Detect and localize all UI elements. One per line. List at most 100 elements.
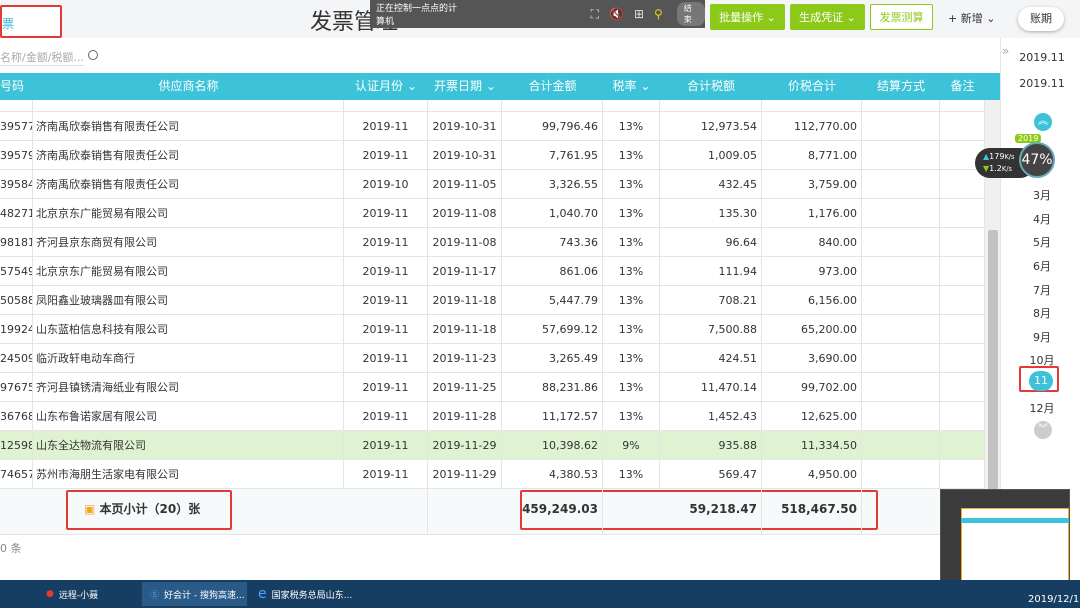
cell-date: 2019-11-29 bbox=[428, 431, 502, 460]
table-header: 号码 供应商名称 认证月份 ⌄ 开票日期 ⌄ 合计金额 税率 ⌄ 合计税额 价税… bbox=[0, 73, 1000, 100]
qq-icon: ● bbox=[46, 589, 54, 599]
search-icon[interactable] bbox=[88, 50, 98, 60]
cell-rate: 13% bbox=[603, 344, 660, 373]
month-3[interactable]: 3月 bbox=[1016, 187, 1068, 203]
cell-amount: 743.36 bbox=[502, 228, 603, 257]
cell-month: 2019-11 bbox=[344, 431, 428, 460]
invoice-table-body: 39577 济南禹欣泰销售有限责任公司 2019-11 2019-10-31 99,79… bbox=[0, 100, 985, 489]
collapse-icon[interactable]: » bbox=[1002, 44, 1009, 58]
cell-date: 2019-11-08 bbox=[428, 199, 502, 228]
month-6[interactable]: 6月 bbox=[1016, 258, 1068, 274]
cell-total: 65,200.00 bbox=[762, 315, 862, 344]
cell-code: 39577 bbox=[0, 112, 33, 141]
table-row[interactable]: 19924 山东蓝柏信息科技有限公司 2019-11 2019-11-18 57,699… bbox=[0, 315, 985, 344]
cell-empty bbox=[940, 344, 985, 373]
month-11[interactable]: 11月 bbox=[1019, 366, 1059, 407]
cell-name: 北京京东广能贸易有限公司 bbox=[33, 199, 344, 228]
table-row[interactable]: 50588 凤阳鑫业玻璃器皿有限公司 2019-11 2019-11-18 5,447.… bbox=[0, 286, 985, 315]
tab-invoice[interactable]: 票 bbox=[0, 5, 62, 38]
table-row-partial[interactable] bbox=[0, 100, 985, 112]
fullscreen-icon[interactable]: ⛶ bbox=[591, 7, 599, 22]
cell-name: 济南禹欣泰销售有限责任公司 bbox=[33, 112, 344, 141]
cell-month: 2019-11 bbox=[344, 344, 428, 373]
pin-icon[interactable]: ⚲ bbox=[654, 7, 663, 21]
add-button[interactable]: + 新增 ⌄ bbox=[948, 10, 995, 26]
taskbar-item-qq[interactable]: ● 远程-小聂 bbox=[38, 582, 138, 606]
pagination-footer: 0 条 bbox=[0, 535, 1000, 580]
table-row[interactable]: 74657 苏州市海朋生活家电有限公司 2019-11 2019-11-29 4,380… bbox=[0, 460, 985, 489]
table-row[interactable]: 36768 山东布鲁诺家居有限公司 2019-11 2019-11-28 11,172.… bbox=[0, 402, 985, 431]
cell-empty bbox=[940, 257, 985, 286]
col-code: 号码 bbox=[0, 79, 25, 93]
cell-amount: 861.06 bbox=[502, 257, 603, 286]
table-row[interactable]: 98181 齐河县京东商贸有限公司 2019-11 2019-11-08 743.36 1… bbox=[0, 228, 985, 257]
record-count: 0 条 bbox=[0, 542, 22, 555]
month-8[interactable]: 8月 bbox=[1016, 305, 1068, 321]
mute-icon[interactable]: 🔇 bbox=[609, 7, 624, 21]
cell-tax: 96.64 bbox=[660, 228, 762, 257]
cell-name: 济南禹欣泰销售有限责任公司 bbox=[33, 170, 344, 199]
cell-amount: 1,040.70 bbox=[502, 199, 603, 228]
col-cert-month[interactable]: 认证月份 ⌄ bbox=[344, 73, 428, 100]
cell-date: 2019-11-05 bbox=[428, 170, 502, 199]
cell-empty bbox=[862, 228, 940, 257]
table-row[interactable]: 57549 北京京东广能贸易有限公司 2019-11 2019-11-17 861.06… bbox=[0, 257, 985, 286]
search-input[interactable]: 名称/金额/税额... bbox=[0, 46, 84, 66]
taskbar-item-ie[interactable]: e 国家税务总局山东... bbox=[250, 582, 355, 606]
cell-tax: 1,009.05 bbox=[660, 141, 762, 170]
table-row[interactable]: 39579 济南禹欣泰销售有限责任公司 2019-11 2019-10-31 7,761… bbox=[0, 141, 985, 170]
batch-operation-button[interactable]: 批量操作 ⌄ bbox=[710, 4, 785, 30]
window-thumbnail[interactable] bbox=[940, 489, 1070, 591]
cell-date: 2019-10-31 bbox=[428, 141, 502, 170]
table-row[interactable]: 12598 山东全达物流有限公司 2019-11 2019-11-29 10,398.6… bbox=[0, 431, 985, 460]
cell-empty bbox=[940, 315, 985, 344]
cell-rate: 13% bbox=[603, 460, 660, 489]
table-row[interactable]: 39584 济南禹欣泰销售有限责任公司 2019-10 2019-11-05 3,326… bbox=[0, 170, 985, 199]
month-5[interactable]: 5月 bbox=[1016, 234, 1068, 250]
cell-name: 济南禹欣泰销售有限责任公司 bbox=[33, 141, 344, 170]
period-end[interactable]: 2019.11 bbox=[1016, 76, 1068, 92]
month-7[interactable]: 7月 bbox=[1016, 282, 1068, 298]
cell-month: 2019-11 bbox=[344, 460, 428, 489]
table-row[interactable]: 39577 济南禹欣泰销售有限责任公司 2019-11 2019-10-31 99,79… bbox=[0, 112, 985, 141]
cell-empty bbox=[940, 286, 985, 315]
cell-total: 6,156.00 bbox=[762, 286, 862, 315]
scrollbar-thumb[interactable] bbox=[988, 230, 998, 490]
cell-amount: 4,380.53 bbox=[502, 460, 603, 489]
cell-empty bbox=[940, 402, 985, 431]
taskbar-item-browser[interactable]: Ⓢ 好会计 - 搜狗高速... bbox=[142, 582, 247, 606]
col-note: 备注 bbox=[950, 79, 975, 93]
col-supplier: 供应商名称 bbox=[158, 79, 219, 93]
col-tax: 合计税额 bbox=[686, 79, 735, 93]
cell-code: 19924 bbox=[0, 315, 33, 344]
cell-tax: 7,500.88 bbox=[660, 315, 762, 344]
scroll-up-icon[interactable]: ︽ bbox=[1034, 113, 1052, 131]
table-row[interactable]: 48271 北京京东广能贸易有限公司 2019-11 2019-11-08 1,040.… bbox=[0, 199, 985, 228]
cell-code: 57549 bbox=[0, 257, 33, 286]
cell-date: 2019-11-18 bbox=[428, 315, 502, 344]
cell-name: 山东蓝柏信息科技有限公司 bbox=[33, 315, 344, 344]
cell-rate: 13% bbox=[603, 170, 660, 199]
end-remote-button[interactable]: 结束 bbox=[676, 2, 706, 26]
cell-empty bbox=[862, 460, 940, 489]
cell-empty bbox=[940, 460, 985, 489]
col-invoice-date[interactable]: 开票日期 ⌄ bbox=[428, 73, 502, 100]
month-9[interactable]: 9月 bbox=[1016, 329, 1068, 345]
cell-empty bbox=[940, 373, 985, 402]
generate-voucher-button[interactable]: 生成凭证 ⌄ bbox=[790, 4, 865, 30]
col-rate[interactable]: 税率 ⌄ bbox=[603, 73, 660, 100]
cell-empty bbox=[940, 199, 985, 228]
invoice-calc-button[interactable]: 发票测算 bbox=[870, 4, 933, 30]
period-start[interactable]: 2019.11 bbox=[1016, 50, 1068, 66]
cell-month: 2019-11 bbox=[344, 228, 428, 257]
cell-code: 12598 bbox=[0, 431, 33, 460]
network-widget[interactable]: ▲179K/s ▼1.2K/s 47% bbox=[975, 142, 1055, 181]
subtotal-tax: 59,218.47 bbox=[660, 489, 762, 535]
screen-icon[interactable]: ⊞ bbox=[634, 7, 644, 21]
table-row[interactable]: 97675 齐河县镇锈清海纸业有限公司 2019-11 2019-11-25 88,23… bbox=[0, 373, 985, 402]
month-12[interactable]: 12月 bbox=[1016, 400, 1068, 416]
cell-empty bbox=[862, 112, 940, 141]
scroll-down-icon[interactable]: ︾ bbox=[1034, 421, 1052, 439]
table-row[interactable]: 24509 临沂政轩电动车商行 2019-11 2019-11-23 3,265.49 1… bbox=[0, 344, 985, 373]
month-4[interactable]: 4月 bbox=[1016, 211, 1068, 227]
